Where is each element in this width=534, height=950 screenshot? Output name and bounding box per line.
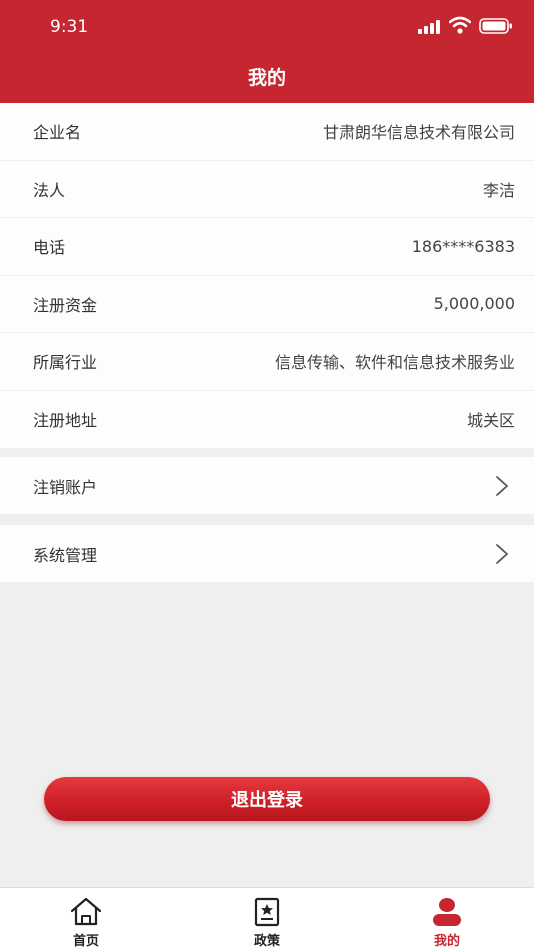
cellular-signal-icon xyxy=(418,20,442,34)
chevron-right-icon xyxy=(496,475,508,496)
status-time: 9:31 xyxy=(50,17,89,37)
info-row-registered-address: 注册地址 城关区 xyxy=(0,390,534,448)
row-value: 李洁 xyxy=(482,180,515,200)
cancel-account-label: 注销账户 xyxy=(33,477,98,497)
logout-button[interactable]: 退出登录 xyxy=(44,777,490,821)
row-value: 5,000,000 xyxy=(433,294,515,314)
battery-icon xyxy=(479,18,512,34)
row-value: 城关区 xyxy=(466,411,515,431)
tab-label: 我的 xyxy=(433,934,460,949)
header-bar: 9:31 我的 xyxy=(0,0,534,103)
tab-policy[interactable]: 政策 xyxy=(217,888,317,950)
info-row-registered-capital: 注册资金 5,000,000 xyxy=(0,275,534,333)
row-label: 注册资金 xyxy=(33,295,98,315)
chevron-right-icon xyxy=(496,543,508,564)
row-value: 186****6383 xyxy=(411,236,515,256)
tab-home[interactable]: 首页 xyxy=(36,888,136,950)
system-manage-label: 系统管理 xyxy=(33,545,98,565)
info-row-industry: 所属行业 信息传输、软件和信息技术服务业 xyxy=(0,333,534,391)
company-info-list: 企业名 甘肃朗华信息技术有限公司 法人 李洁 电话 186****6383 注册… xyxy=(0,103,534,448)
home-icon xyxy=(70,897,102,926)
row-label: 所属行业 xyxy=(33,353,98,373)
row-label: 法人 xyxy=(33,180,66,200)
info-row-phone: 电话 186****6383 xyxy=(0,218,534,276)
info-row-legal-person: 法人 李洁 xyxy=(0,160,534,218)
tab-mine[interactable]: 我的 xyxy=(397,888,497,950)
row-value: 甘肃朗华信息技术有限公司 xyxy=(322,123,515,143)
cancel-account-row[interactable]: 注销账户 xyxy=(0,457,534,514)
tab-label: 政策 xyxy=(253,934,280,949)
system-manage-row[interactable]: 系统管理 xyxy=(0,525,534,582)
page-title: 我的 xyxy=(247,67,286,89)
tab-label: 首页 xyxy=(72,934,99,949)
wifi-icon xyxy=(449,16,471,34)
tab-bar: 首页 政策 我的 xyxy=(0,887,534,950)
profile-icon xyxy=(433,898,461,926)
info-row-company-name: 企业名 甘肃朗华信息技术有限公司 xyxy=(0,103,534,161)
row-label: 电话 xyxy=(33,238,66,258)
row-value: 信息传输、软件和信息技术服务业 xyxy=(274,353,515,373)
row-label: 注册地址 xyxy=(33,411,98,431)
row-label: 企业名 xyxy=(33,123,82,143)
policy-icon xyxy=(254,897,280,927)
status-bar: 9:31 xyxy=(0,0,534,56)
